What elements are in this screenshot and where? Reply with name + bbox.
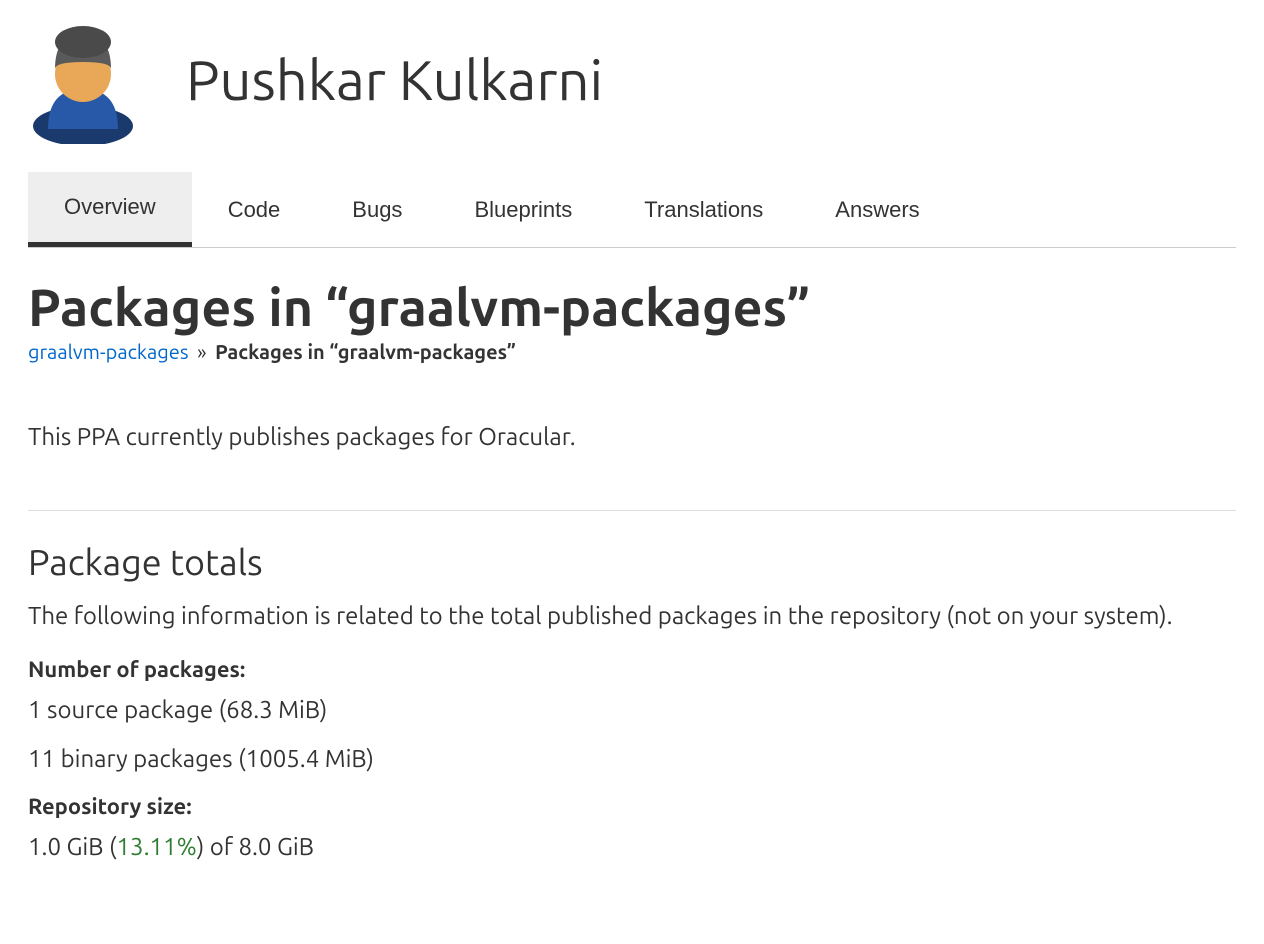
- tab-code[interactable]: Code: [192, 172, 317, 247]
- tab-blueprints[interactable]: Blueprints: [438, 172, 608, 247]
- source-packages-value: 1 source package (68.3 MiB): [28, 696, 1236, 723]
- page-header: Pushkar Kulkarni: [28, 14, 1236, 144]
- person-name: Pushkar Kulkarni: [186, 48, 603, 111]
- breadcrumb-separator: »: [197, 340, 206, 363]
- package-totals-description: The following information is related to …: [28, 602, 1236, 629]
- repo-size-suffix: ) of 8.0 GiB: [197, 833, 314, 860]
- page-title: Packages in “graalvm-packages”: [28, 278, 1236, 336]
- divider: [28, 510, 1236, 511]
- tab-bugs[interactable]: Bugs: [316, 172, 438, 247]
- breadcrumb: graalvm-packages » Packages in “graalvm-…: [28, 340, 1236, 363]
- breadcrumb-parent-link[interactable]: graalvm-packages: [28, 340, 189, 363]
- repo-size-value: 1.0 GiB (13.11%) of 8.0 GiB: [28, 833, 1236, 860]
- repo-size-label: Repository size:: [28, 794, 1236, 819]
- binary-packages-value: 11 binary packages (1005.4 MiB): [28, 745, 1236, 772]
- repo-size-prefix: 1.0 GiB (: [28, 833, 117, 860]
- tab-translations[interactable]: Translations: [608, 172, 799, 247]
- person-avatar-icon: [28, 14, 138, 144]
- repo-size-percent-link[interactable]: 13.11%: [117, 833, 197, 860]
- main-tabs: Overview Code Bugs Blueprints Translatio…: [28, 172, 1236, 248]
- package-totals-title: Package totals: [28, 541, 1236, 582]
- avatar: [28, 14, 138, 144]
- tab-overview[interactable]: Overview: [28, 172, 192, 247]
- num-packages-label: Number of packages:: [28, 657, 1236, 682]
- tab-answers[interactable]: Answers: [799, 172, 955, 247]
- breadcrumb-current: Packages in “graalvm-packages”: [215, 340, 516, 363]
- ppa-description: This PPA currently publishes packages fo…: [28, 423, 1236, 450]
